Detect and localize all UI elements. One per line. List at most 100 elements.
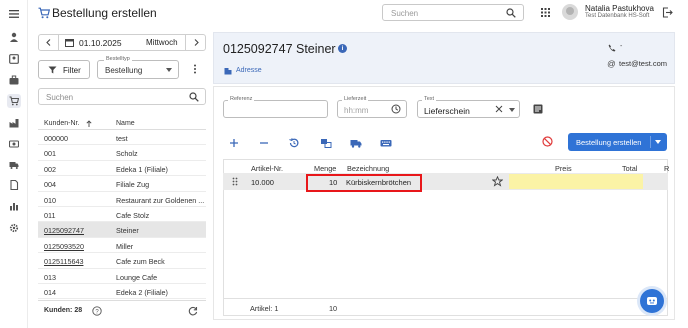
customer-name: Restaurant zur Goldenen ... <box>116 195 204 205</box>
star-icon[interactable] <box>491 175 504 189</box>
table-row[interactable]: 10.000 10 Kürbiskernbrötchen <box>223 173 668 190</box>
calendar-icon[interactable] <box>65 38 74 49</box>
page-title: Bestellung erstellen <box>52 6 157 20</box>
chat-bot-button[interactable] <box>640 289 664 313</box>
customer-search-input[interactable]: Suchen <box>38 88 206 105</box>
customer-nr: 0125092747 <box>44 226 84 236</box>
filter-label: Filter <box>63 66 81 75</box>
transfer-icon[interactable] <box>320 137 332 149</box>
table-row[interactable]: 001 Scholz <box>38 145 206 161</box>
customer-name: Miller <box>116 241 134 251</box>
price-cell[interactable] <box>509 174 643 189</box>
sort-asc-icon[interactable] <box>86 120 92 129</box>
customer-title: 0125092747 Steiner <box>223 42 336 56</box>
history-icon[interactable] <box>288 137 300 149</box>
prev-day-button[interactable] <box>39 35 59 50</box>
table-row[interactable]: 0125115643 Cafe zum Beck <box>38 253 206 269</box>
drag-handle-icon[interactable] <box>232 177 238 188</box>
referenz-field[interactable]: Referenz <box>223 96 328 118</box>
grid-footer: Artikel: 1 10 <box>223 298 668 316</box>
gear-icon[interactable] <box>7 221 21 235</box>
table-row[interactable]: 011 Cafe Stolz <box>38 207 206 223</box>
user-name: Natalia Pastukhova <box>585 4 654 13</box>
customer-nr: 011 <box>44 210 56 220</box>
search-icon[interactable] <box>189 92 199 104</box>
cart-icon[interactable] <box>7 94 21 108</box>
table-row[interactable]: 0125093520 Miller <box>38 238 206 254</box>
customer-nr: 002 <box>44 164 56 174</box>
phone-value: - <box>620 43 623 50</box>
customer-nr: 014 <box>44 287 56 297</box>
customer-count: Kunden: 28 <box>44 307 83 314</box>
date-value[interactable]: 01.10.2025 <box>79 38 122 48</box>
highlight-box <box>306 174 422 192</box>
money-icon[interactable] <box>7 137 21 151</box>
col-kunden-nr[interactable]: Kunden-Nr. <box>44 120 79 127</box>
cancel-icon[interactable] <box>542 136 553 149</box>
lieferzeit-label: Lieferzeit <box>342 96 369 102</box>
help-icon[interactable]: ? <box>92 306 102 318</box>
bestelltyp-value: Bestellung <box>105 66 143 75</box>
svg-text:@: @ <box>607 59 616 68</box>
factory-icon[interactable] <box>7 116 21 130</box>
text-select[interactable]: Text Lieferschein <box>417 96 520 118</box>
filter-button[interactable]: Filter <box>38 60 90 79</box>
info-icon[interactable]: i <box>338 44 347 53</box>
person-icon[interactable] <box>7 30 21 44</box>
bestelltyp-select[interactable]: Bestelltyp Bestellung <box>97 56 179 79</box>
truck-icon[interactable] <box>7 158 21 172</box>
chevron-down-icon[interactable] <box>655 140 661 144</box>
add-row-icon[interactable] <box>228 137 240 149</box>
avatar[interactable] <box>562 4 578 20</box>
customer-name: Filiale Zug <box>116 180 150 190</box>
keyboard-icon[interactable] <box>380 137 392 149</box>
customer-nr: 0125093520 <box>44 241 84 251</box>
remove-row-icon[interactable] <box>258 137 270 149</box>
table-row[interactable]: 004 Filiale Zug <box>38 176 206 192</box>
table-row[interactable]: 000000 test <box>38 130 206 146</box>
logout-icon[interactable] <box>662 7 673 20</box>
briefcase-icon[interactable] <box>7 73 21 87</box>
customer-name: Cafe Stolz <box>116 210 150 220</box>
global-search-input[interactable]: Suchen <box>382 4 524 21</box>
more-vert-icon[interactable] <box>193 64 197 76</box>
button-divider <box>650 136 651 148</box>
table-row[interactable]: 002 Edeka 1 (Filiale) <box>38 161 206 177</box>
customer-nr: 010 <box>44 195 56 205</box>
col-name[interactable]: Name <box>116 120 204 127</box>
building-icon <box>224 67 232 75</box>
table-row[interactable]: 014 Edeka 2 (Filiale) <box>38 284 206 300</box>
search-placeholder: Suchen <box>391 9 419 18</box>
customer-name: Lounge Cafe <box>116 272 158 282</box>
customer-nr: 004 <box>44 180 56 190</box>
apps-grid-icon[interactable] <box>541 8 550 19</box>
table-row[interactable]: 010 Restaurant zur Goldenen ... <box>38 192 206 207</box>
clear-icon[interactable] <box>495 105 503 115</box>
document-icon[interactable] <box>7 178 21 192</box>
lieferzeit-field[interactable]: Lieferzeit hh:mm <box>337 96 407 118</box>
create-order-button[interactable]: Bestellung erstellen <box>568 133 667 151</box>
top-header: Bestellung erstellen Suchen Natalia Past… <box>28 0 688 26</box>
address-link[interactable]: Adresse <box>236 67 262 74</box>
text-template-icon[interactable] <box>533 104 543 116</box>
customer-table-footer: Kunden: 28 ? <box>38 300 206 320</box>
cart-icon <box>38 7 51 19</box>
next-day-button[interactable] <box>185 35 205 50</box>
contact-card-icon[interactable] <box>7 52 21 66</box>
footer-menge-sum: 10 <box>329 304 338 313</box>
create-order-label: Bestellung erstellen <box>576 138 642 147</box>
cell-artikel[interactable]: 10.000 <box>251 178 274 187</box>
truck-icon[interactable] <box>350 137 362 149</box>
refresh-icon[interactable] <box>188 306 198 318</box>
phone-icon <box>608 44 616 54</box>
chevron-down-icon[interactable] <box>509 108 515 112</box>
search-icon[interactable] <box>506 8 516 20</box>
menu-icon[interactable] <box>7 7 21 21</box>
table-row-selected[interactable]: 0125092747 Steiner <box>38 222 206 238</box>
bot-icon <box>646 295 658 309</box>
customer-name: Edeka 2 (Filiale) <box>116 287 168 297</box>
table-row[interactable]: 013 Lounge Cafe <box>38 269 206 284</box>
bar-chart-icon[interactable] <box>7 199 21 213</box>
clock-icon[interactable] <box>391 104 401 116</box>
bestelltyp-label: Bestelltyp <box>104 56 132 62</box>
